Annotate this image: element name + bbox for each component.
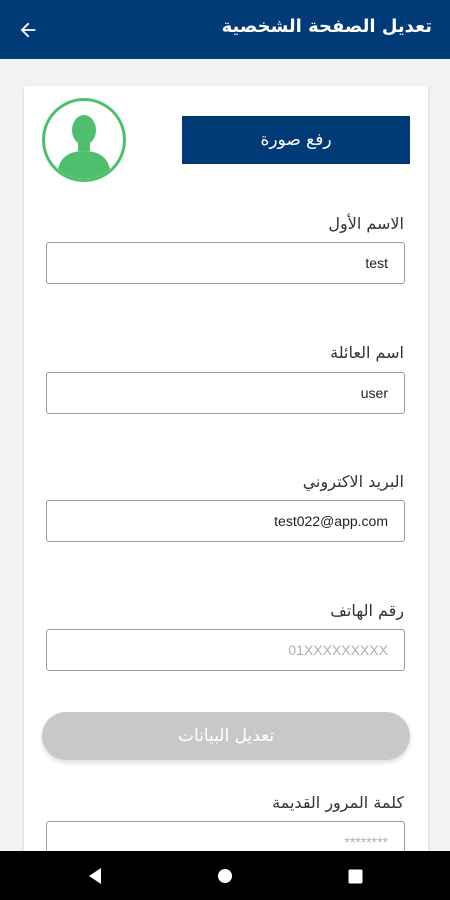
email-input[interactable] (46, 500, 405, 542)
first-name-label: الاسم الأول (328, 214, 404, 233)
phone-label: رقم الهاتف (330, 601, 404, 620)
system-nav-bar (0, 851, 450, 900)
email-label: البريد الاكتروني (302, 472, 404, 491)
last-name-input[interactable] (46, 372, 405, 414)
nav-recents-icon (348, 869, 362, 883)
nav-recents-button[interactable] (342, 863, 368, 889)
nav-back-icon (89, 868, 101, 884)
upload-photo-button[interactable]: رفع صورة (182, 116, 410, 164)
arrow-left-icon (20, 22, 36, 38)
user-silhouette-icon (57, 115, 111, 179)
last-name-label: اسم العائلة (330, 343, 404, 362)
nav-home-button[interactable] (212, 863, 238, 889)
old-password-label: كلمة المرور القديمة (272, 793, 404, 812)
page-title: تعديل الصفحة الشخصية (221, 16, 432, 37)
first-name-input[interactable] (46, 242, 405, 284)
avatar (42, 98, 126, 182)
back-button[interactable] (12, 14, 44, 46)
phone-input[interactable] (46, 629, 405, 671)
app-bar: تعديل الصفحة الشخصية (0, 0, 450, 59)
update-data-button[interactable]: تعديل البيانات (42, 712, 410, 760)
nav-back-button[interactable] (82, 863, 108, 889)
nav-home-icon (218, 869, 232, 883)
